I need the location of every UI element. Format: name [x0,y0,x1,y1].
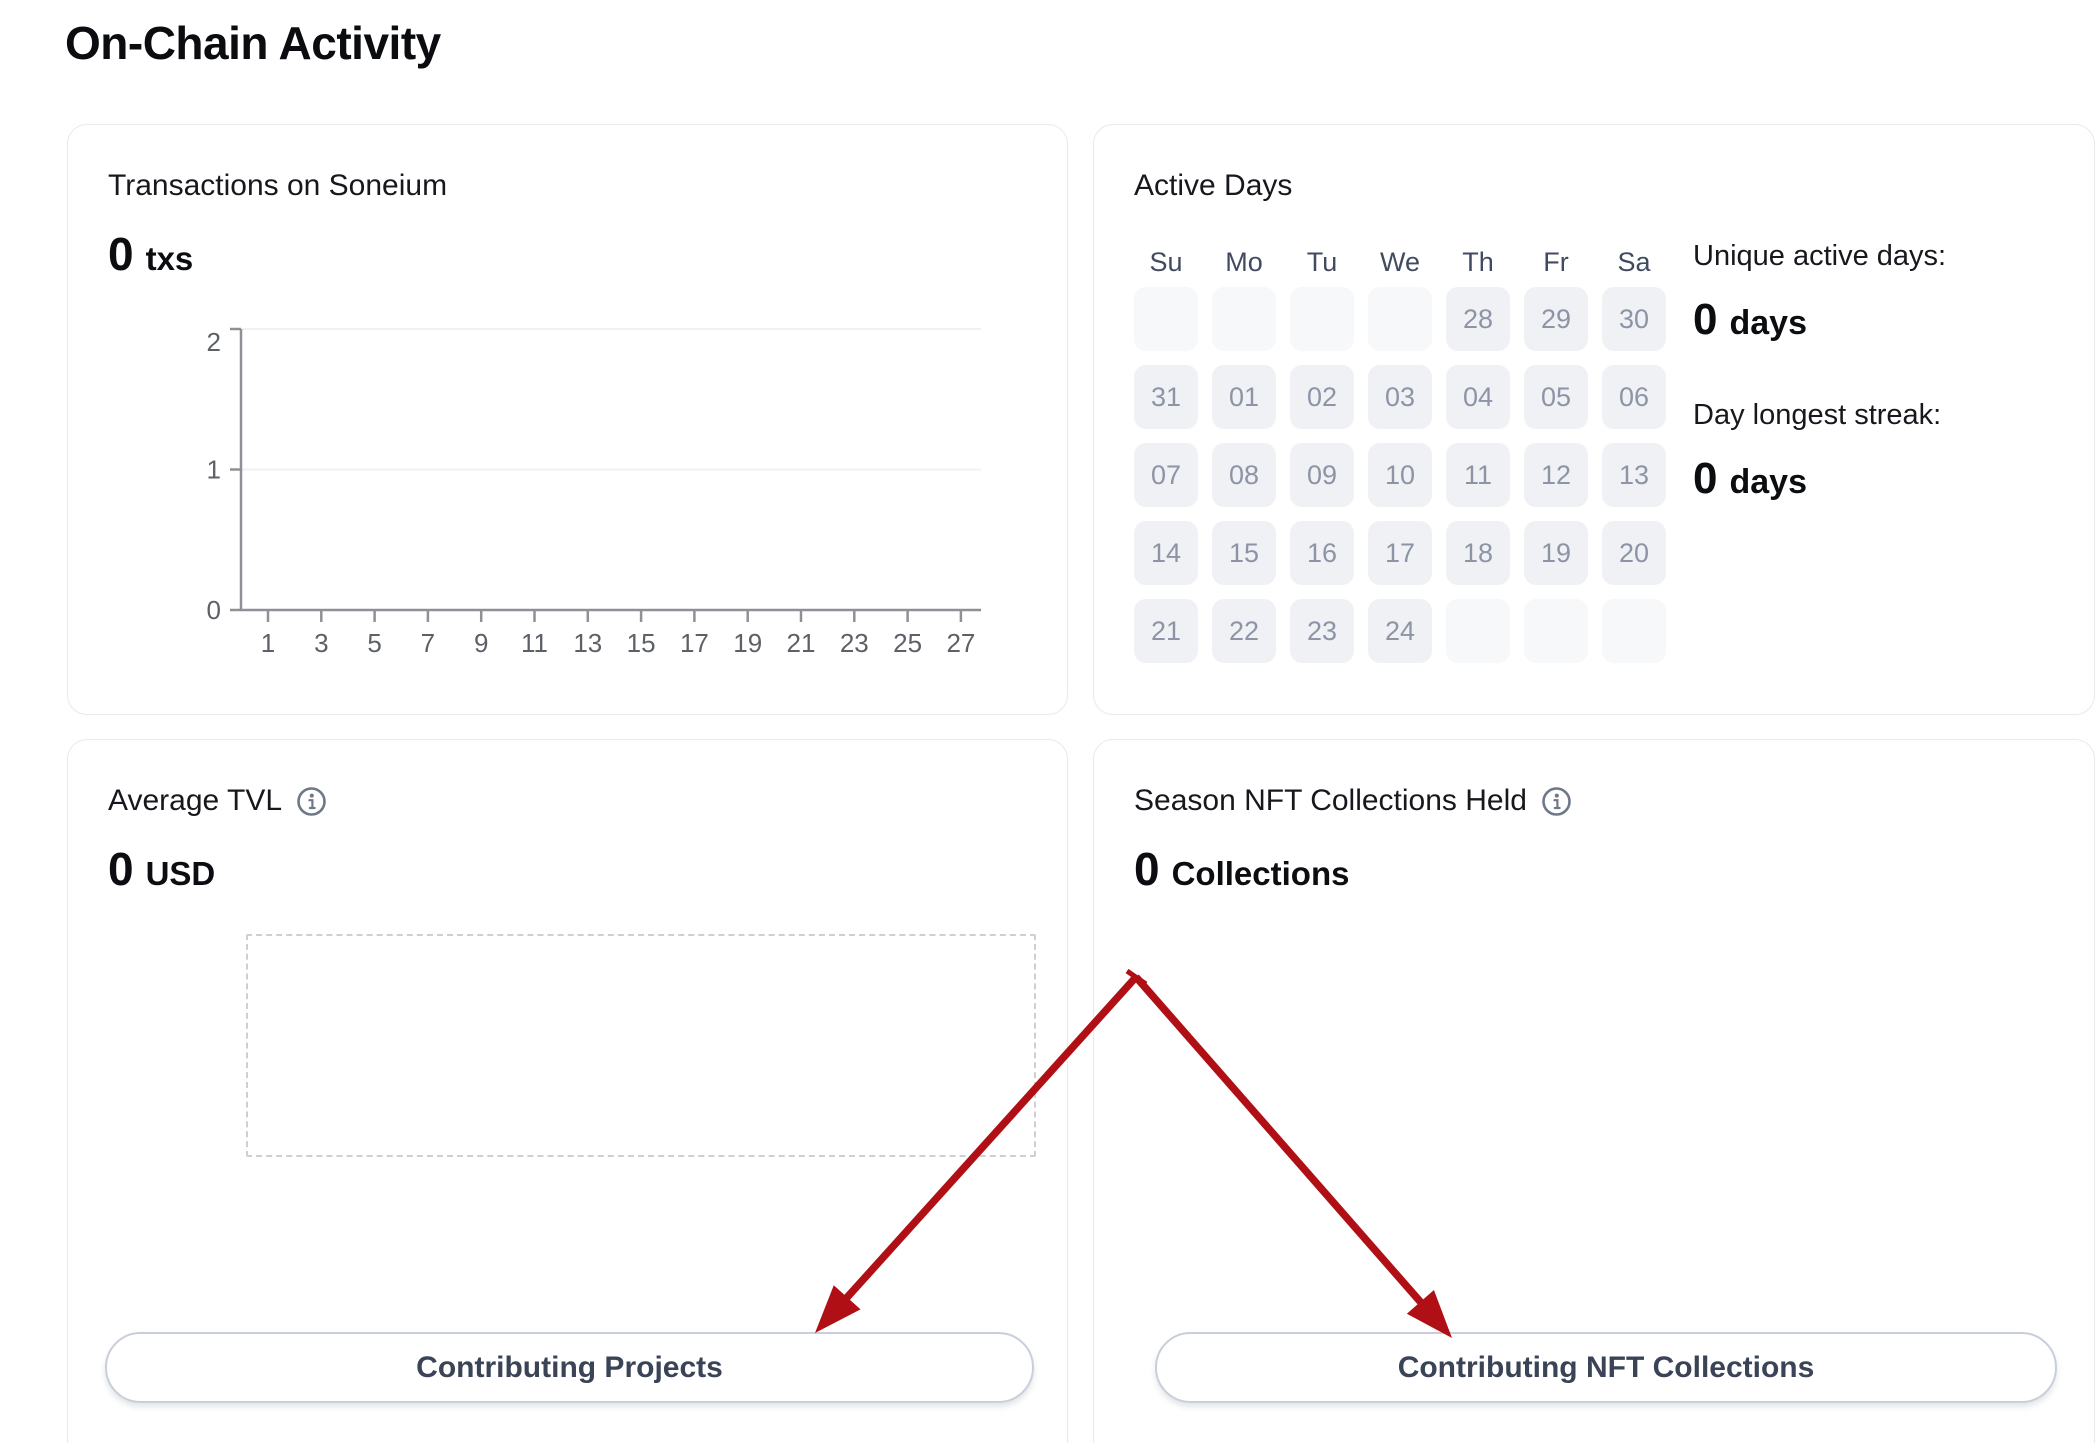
calendar-day-cell: 29 [1524,287,1588,351]
calendar-empty-cell [1446,599,1510,663]
calendar-day-cell: 05 [1524,365,1588,429]
svg-text:11: 11 [521,628,548,658]
longest-streak-label: Day longest streak: [1693,399,1941,432]
weekday-label: Th [1446,247,1510,278]
calendar-empty-cell [1290,287,1354,351]
longest-streak-unit: days [1729,463,1807,502]
svg-text:9: 9 [474,628,488,658]
activity-calendar: 282930 31010203040506 07080910111213 141516… [1134,287,1666,663]
transactions-count: 0 [108,227,134,281]
svg-text:23: 23 [840,628,869,658]
calendar-day-cell: 12 [1524,443,1588,507]
unique-active-days-number: 0 [1693,295,1717,345]
calendar-day-cell: 16 [1290,521,1354,585]
nft-collections-unit: Collections [1172,855,1350,893]
svg-text:17: 17 [680,628,709,658]
calendar-day-cell: 08 [1212,443,1276,507]
transactions-card: Transactions on Soneium 0 txs 0121357911… [67,124,1068,715]
calendar-day-cell: 06 [1602,365,1666,429]
weekday-label: We [1368,247,1432,278]
calendar-day-cell: 28 [1446,287,1510,351]
calendar-day-cell: 17 [1368,521,1432,585]
calendar-day-cell: 07 [1134,443,1198,507]
svg-text:3: 3 [314,628,328,658]
weekday-label: Fr [1524,247,1588,278]
calendar-day-cell: 14 [1134,521,1198,585]
average-tvl-value-row: 0 USD [108,842,215,896]
tvl-empty-placeholder [246,934,1036,1157]
svg-text:27: 27 [946,628,975,658]
on-chain-activity-page: On-Chain Activity Transactions on Soneiu… [0,0,2098,1443]
nft-collections-value-row: 0 Collections [1134,842,1349,896]
average-tvl-amount: 0 [108,842,134,896]
calendar-day-cell: 19 [1524,521,1588,585]
info-icon[interactable] [296,786,327,817]
active-days-card-title: Active Days [1134,169,1292,203]
average-tvl-card: Average TVL 0 USD Contributing Projects [67,739,1068,1443]
calendar-day-cell: 22 [1212,599,1276,663]
weekday-label: Sa [1602,247,1666,278]
calendar-day-cell: 11 [1446,443,1510,507]
transactions-value-row: 0 txs [108,227,193,281]
weekday-label: Su [1134,247,1198,278]
contributing-projects-button[interactable]: Contributing Projects [105,1332,1034,1403]
page-title: On-Chain Activity [65,16,441,70]
nft-collections-count: 0 [1134,842,1160,896]
calendar-day-cell: 09 [1290,443,1354,507]
calendar-day-cell: 23 [1290,599,1354,663]
unique-active-days-value: 0 days [1693,295,1807,345]
calendar-day-cell: 03 [1368,365,1432,429]
transactions-chart: 01213579111315171921232527 [191,316,1001,661]
svg-text:19: 19 [733,628,762,658]
unique-active-days-unit: days [1729,304,1807,343]
calendar-empty-cell [1602,599,1666,663]
average-tvl-card-title: Average TVL [108,784,282,818]
svg-text:1: 1 [261,628,275,658]
svg-text:7: 7 [421,628,435,658]
calendar-day-cell: 18 [1446,521,1510,585]
svg-text:21: 21 [787,628,816,658]
longest-streak-value: 0 days [1693,454,1807,504]
svg-text:2: 2 [207,327,221,357]
calendar-day-cell: 15 [1212,521,1276,585]
svg-text:15: 15 [627,628,656,658]
calendar-day-cell: 04 [1446,365,1510,429]
calendar-day-cell: 02 [1290,365,1354,429]
calendar-day-cell: 24 [1368,599,1432,663]
svg-text:0: 0 [207,595,221,625]
longest-streak-number: 0 [1693,454,1717,504]
average-tvl-unit: USD [146,855,216,893]
transactions-unit: txs [146,240,194,278]
calendar-day-cell: 01 [1212,365,1276,429]
svg-text:25: 25 [893,628,922,658]
calendar-day-cell: 13 [1602,443,1666,507]
nft-collections-card: Season NFT Collections Held 0 Collection… [1093,739,2095,1443]
contributing-nft-collections-button[interactable]: Contributing NFT Collections [1155,1332,2057,1403]
weekday-label: Mo [1212,247,1276,278]
weekday-label: Tu [1290,247,1354,278]
calendar-empty-cell [1524,599,1588,663]
calendar-day-cell: 10 [1368,443,1432,507]
info-icon[interactable] [1541,786,1572,817]
calendar-empty-cell [1134,287,1198,351]
calendar-empty-cell [1212,287,1276,351]
svg-text:1: 1 [207,455,221,485]
calendar-empty-cell [1368,287,1432,351]
calendar-day-cell: 21 [1134,599,1198,663]
svg-text:13: 13 [573,628,602,658]
svg-text:5: 5 [367,628,381,658]
unique-active-days-label: Unique active days: [1693,240,1946,273]
calendar-day-cell: 31 [1134,365,1198,429]
calendar-day-cell: 20 [1602,521,1666,585]
transactions-card-title: Transactions on Soneium [108,169,447,203]
nft-collections-card-title: Season NFT Collections Held [1134,784,1527,818]
calendar-day-cell: 30 [1602,287,1666,351]
active-days-card: Active Days SuMoTuWeThFrSa 2829303101020… [1093,124,2095,715]
calendar-weekday-header: Su Mo Tu We Th Fr Sa [1134,247,1666,278]
